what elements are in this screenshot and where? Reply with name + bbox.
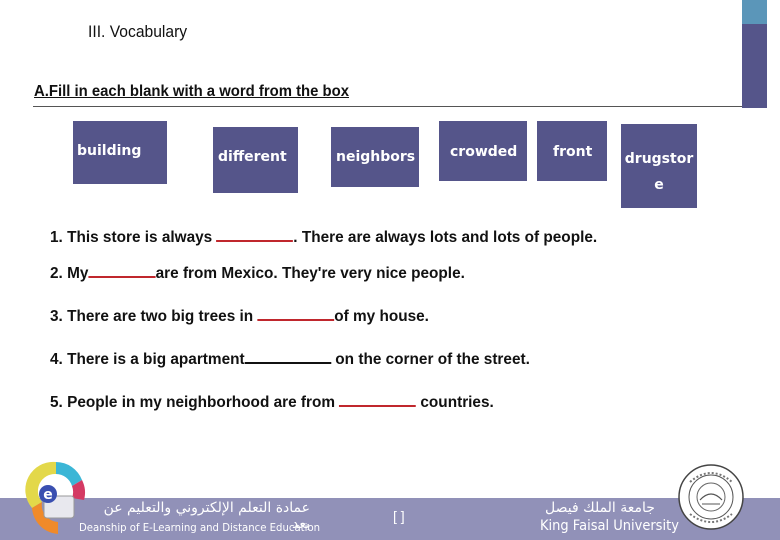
word-label-line2: e — [654, 177, 664, 193]
sentence-text-before: 4. There is a big apartment — [50, 351, 245, 368]
sentence-3: 3. There are two big trees in of my hous… — [50, 305, 429, 326]
sentence-text-after: . There are always lots and lots of peop… — [293, 229, 598, 246]
word-label: building — [77, 143, 142, 159]
sentence-text-before: 3. There are two big trees in — [50, 308, 258, 325]
blank-2 — [88, 262, 156, 278]
blank-5 — [339, 391, 417, 407]
sentence-text-after: on the corner of the street. — [331, 351, 530, 368]
word-box-drugstore: drugstor e — [621, 124, 697, 208]
word-label-line1: drugstor — [624, 151, 694, 167]
deanship-name-english: Deanship of E-Learning and Distance Educ… — [79, 521, 321, 534]
word-box-crowded: crowded — [439, 121, 527, 181]
word-label: neighbors — [336, 149, 416, 165]
blank-1 — [216, 226, 294, 242]
exercise-instruction: A.Fill in each blank with a word from th… — [34, 83, 349, 100]
sentence-2: 2. My are from Mexico. They're very nice … — [50, 262, 465, 283]
word-box-neighbors: neighbors — [331, 127, 419, 187]
sentence-text-after: of my house. — [334, 308, 429, 325]
university-name-arabic: جامعة الملك فيصل — [545, 500, 655, 516]
sentence-text-after: are from Mexico. They're very nice peopl… — [155, 265, 465, 282]
section-title: III. Vocabulary — [88, 22, 188, 41]
sentence-text-before: 1. This store is always — [50, 229, 217, 246]
sentence-text-after: countries. — [416, 394, 494, 411]
word-box-front: front — [537, 121, 607, 181]
accent-bar-main — [742, 24, 767, 108]
blank-4 — [244, 348, 332, 364]
sentence-1: 1. This store is always . There are alwa… — [50, 226, 597, 247]
accent-bar-top — [742, 0, 767, 24]
page-number: [ ] — [393, 508, 405, 524]
blank-3 — [257, 305, 335, 321]
sentence-text-before: 5. People in my neighborhood are from — [50, 394, 340, 411]
university-seal-icon — [678, 464, 744, 530]
svg-text:e: e — [43, 487, 53, 503]
word-label: different — [218, 149, 287, 165]
sentence-text-before: 2. My — [50, 265, 89, 282]
word-label: front — [553, 144, 593, 160]
word-label: crowded — [450, 144, 518, 160]
word-box-different: different — [213, 127, 298, 193]
word-box-building: building — [73, 121, 167, 184]
sentence-4: 4. There is a big apartment on the corne… — [50, 348, 530, 369]
university-name-english: King Faisal University — [540, 518, 679, 534]
sentence-5: 5. People in my neighborhood are from co… — [50, 391, 494, 412]
divider-line — [33, 106, 742, 107]
